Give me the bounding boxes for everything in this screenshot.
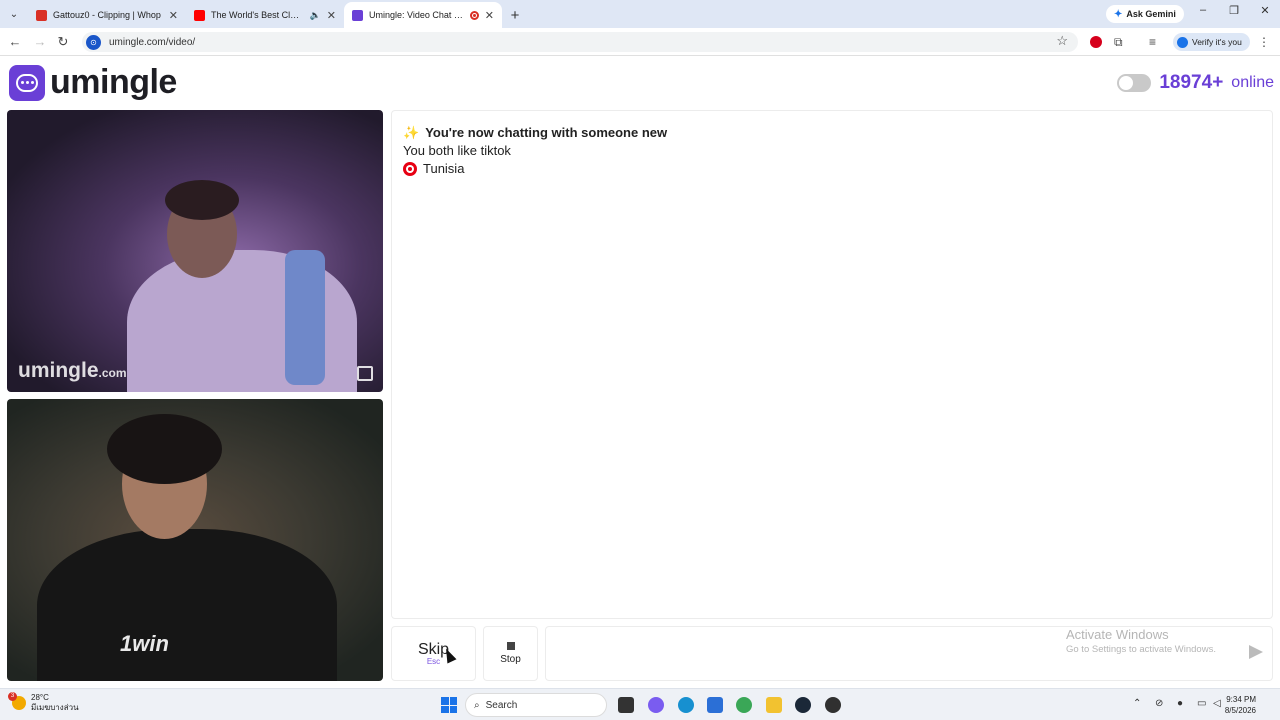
close-tab-icon[interactable]: ✕ [485, 9, 494, 22]
online-label: online [1231, 74, 1274, 91]
chat-message: ✨ You're now chatting with someone new [403, 124, 1261, 142]
network-off-icon[interactable]: ⊘ [1155, 698, 1163, 709]
close-window-icon[interactable]: ✕ [1250, 4, 1280, 17]
address-bar-row: ← → ↻ ⊙ umingle.com/video/ ☆ ⧉ ≡ Verify … [0, 28, 1280, 56]
date: 8/5/2026 [1224, 706, 1256, 715]
verify-profile-button[interactable]: Verify it's you [1173, 33, 1250, 51]
report-flag-icon[interactable] [357, 366, 373, 381]
url-field[interactable]: ⊙ umingle.com/video/ ☆ [82, 32, 1078, 52]
skip-button[interactable]: Skip Esc [391, 626, 476, 681]
steam-icon[interactable] [795, 697, 811, 713]
store-icon[interactable] [707, 697, 723, 713]
tab-title: The World's Best Classical Music [211, 10, 304, 20]
gemini-spark-icon: ✦ [1114, 8, 1123, 20]
file-explorer-icon[interactable] [766, 697, 782, 713]
search-icon: ⌕ [474, 699, 480, 711]
umingle-watermark: umingle.com [18, 359, 127, 382]
activate-subtitle: Go to Settings to activate Windows. [1066, 644, 1216, 655]
stranger-hair [165, 180, 239, 220]
online-counter: 18974+ online [1117, 72, 1274, 94]
stop-icon [506, 642, 515, 650]
whop-favicon-icon [36, 9, 47, 21]
send-icon[interactable] [1249, 645, 1263, 659]
logo-text: umingle [50, 63, 177, 101]
skip-shortcut: Esc [426, 657, 441, 666]
chrome-icon[interactable] [736, 697, 752, 713]
back-icon[interactable]: ← [7, 34, 23, 49]
tray-chevron-icon[interactable]: ⌃ [1133, 698, 1141, 709]
obs-icon[interactable] [825, 697, 841, 713]
site-info-icon[interactable]: ⊙ [86, 34, 101, 50]
microphone-icon[interactable]: ● [1177, 698, 1183, 709]
browser-menu-icon[interactable]: ⋮ [1258, 35, 1270, 49]
online-count: 18974+ [1159, 72, 1224, 93]
time: 9:34 PM [1226, 695, 1256, 704]
url-text: umingle.com/video/ [109, 36, 196, 48]
restore-icon[interactable]: ❐ [1219, 4, 1249, 17]
bookmark-star-icon[interactable]: ☆ [1056, 33, 1068, 49]
edge-icon[interactable] [678, 697, 694, 713]
umingle-logo[interactable]: umingle [9, 63, 177, 102]
sparkle-icon: ✨ [403, 125, 420, 140]
close-tab-icon[interactable]: ✕ [169, 9, 178, 22]
forward-icon[interactable]: → [32, 34, 48, 49]
activate-title: Activate Windows [1066, 627, 1169, 642]
message-text: Tunisia [423, 161, 465, 176]
copilot-icon[interactable] [648, 697, 664, 713]
display-icon[interactable]: ▭ [1197, 698, 1206, 709]
tunisia-flag-icon [403, 162, 417, 176]
search-placeholder: Search [485, 699, 518, 711]
weather-widget[interactable]: 3 28°C มีเมฆบางส่วน [8, 692, 79, 713]
recording-icon [469, 10, 479, 20]
start-windows-icon[interactable] [441, 697, 457, 713]
stop-label: Stop [500, 654, 521, 665]
verify-label: Verify it's you [1192, 37, 1242, 47]
minimize-icon[interactable]: – [1188, 4, 1218, 16]
task-view-icon[interactable] [618, 697, 634, 713]
taskbar: 3 28°C มีเมฆบางส่วน ⌕ Search ⌃ ⊘ ● ▭ ◁ 9… [0, 688, 1280, 720]
extensions-puzzle-icon[interactable]: ⧉ [1114, 35, 1123, 50]
clock[interactable]: 9:34 PM 8/5/2026 [1225, 694, 1256, 716]
activate-windows-watermark: Activate Windows Go to Settings to activ… [1066, 627, 1216, 655]
self-video: 1win [7, 399, 383, 681]
ask-gemini-button[interactable]: ✦ Ask Gemini [1106, 5, 1184, 23]
message-text: You're now chatting with someone new [425, 125, 668, 140]
self-hair [107, 414, 222, 484]
chat-log: ✨ You're now chatting with someone new Y… [391, 110, 1273, 619]
notification-badge: 3 [8, 692, 17, 701]
water-bottle [285, 250, 325, 385]
stranger-video: umingle.com [7, 110, 383, 392]
chat-message: Tunisia [403, 160, 1261, 178]
reading-list-icon[interactable]: ≡ [1149, 35, 1156, 49]
browser-tab-strip: ⌄ Gattouz0 - Clipping | Whop ✕ The World… [0, 0, 1280, 28]
speaker-icon[interactable]: 🔈 [310, 10, 321, 21]
weather-description: มีเมฆบางส่วน [31, 703, 79, 712]
close-tab-icon[interactable]: ✕ [327, 9, 336, 22]
tab-classical-music[interactable]: The World's Best Classical Music 🔈 ✕ [186, 2, 344, 28]
stop-button[interactable]: Stop [483, 626, 538, 681]
reload-icon[interactable]: ↻ [55, 34, 71, 50]
tab-title: Gattouz0 - Clipping | Whop [53, 10, 161, 20]
theme-toggle[interactable] [1117, 74, 1152, 92]
weather-icon: 3 [8, 692, 26, 710]
tab-umingle[interactable]: Umingle: Video Chat with Strangers ✕ [344, 2, 502, 28]
tab-search-chevron-icon[interactable]: ⌄ [0, 0, 28, 28]
taskbar-search[interactable]: ⌕ Search [465, 693, 607, 717]
tab-title: Umingle: Video Chat with Strangers [369, 10, 464, 20]
volume-icon[interactable]: ◁ [1213, 698, 1221, 709]
new-tab-button[interactable]: + [502, 2, 528, 28]
ask-gemini-label: Ask Gemini [1126, 9, 1176, 19]
youtube-favicon-icon [194, 9, 205, 21]
self-body [37, 529, 337, 681]
adblock-extension-icon[interactable] [1090, 36, 1102, 48]
umingle-favicon-icon [352, 9, 363, 21]
temperature: 28°C [31, 693, 49, 702]
chat-message: You both like tiktok [403, 142, 1261, 160]
profile-icon [1177, 36, 1188, 48]
chat-bubble-logo-icon [9, 64, 45, 101]
shirt-logo: 1win [120, 631, 169, 656]
tab-whop[interactable]: Gattouz0 - Clipping | Whop ✕ [28, 2, 186, 28]
message-text: You both like tiktok [403, 143, 511, 158]
